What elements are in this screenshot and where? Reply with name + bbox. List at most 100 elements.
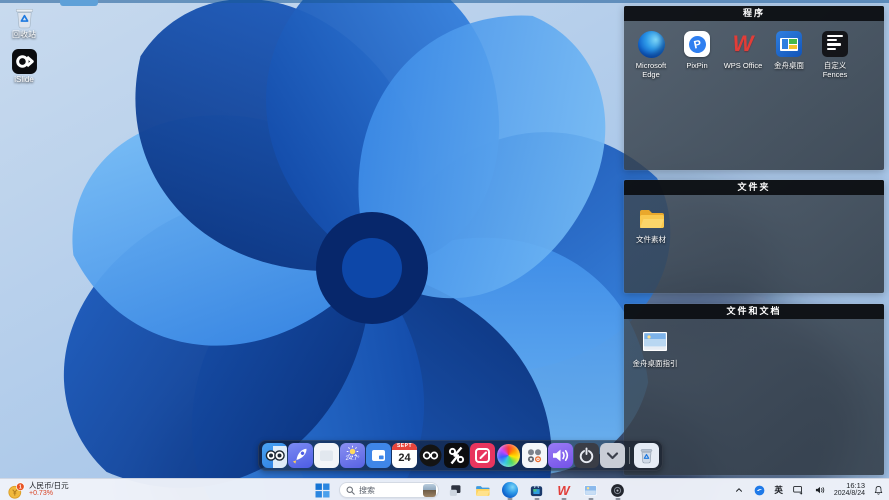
dock-volume[interactable] xyxy=(548,443,573,468)
search-icon xyxy=(346,486,355,495)
cast-display-tray[interactable] xyxy=(790,482,806,498)
edge-icon xyxy=(501,482,518,498)
dock-rocket-launcher[interactable] xyxy=(288,443,313,468)
search-daily-image[interactable] xyxy=(423,483,436,497)
screenshot-note-icon xyxy=(475,448,490,463)
recycle-bin-shortcut[interactable]: 回收站 xyxy=(2,3,46,40)
fences-icon xyxy=(822,31,848,57)
calendar-month: SEPT xyxy=(392,443,417,450)
dock-trash[interactable] xyxy=(634,443,659,468)
fence-item-wps[interactable]: W WPS Office xyxy=(722,29,764,71)
system-tray: 英 16:13 2024/8/24 xyxy=(732,479,886,500)
currency-widget-icon: 1 xyxy=(8,481,25,499)
dock-control-pad[interactable] xyxy=(522,443,547,468)
widgets-button[interactable]: 1 人民币/日元 +0.73% xyxy=(4,480,73,500)
fence-programs: 程序 Microsoft Edge P PixPin W WPS Office xyxy=(624,6,884,170)
clock[interactable]: 16:13 2024/8/24 xyxy=(834,482,865,497)
dock-whiteboard[interactable] xyxy=(314,443,339,468)
windows-logo-icon xyxy=(315,483,330,497)
running-indicator xyxy=(615,497,620,500)
edge-icon xyxy=(637,30,665,58)
dock-power[interactable] xyxy=(574,443,599,468)
lang-label: 英 xyxy=(774,485,783,495)
fence-item-label: 金舟桌面 xyxy=(774,61,804,70)
whiteboard-icon xyxy=(320,450,333,461)
rocket-icon xyxy=(292,448,307,464)
chevron-down-icon xyxy=(606,452,619,460)
image-document-icon xyxy=(643,332,667,351)
dock: 24.7° SEPT 24 xyxy=(258,440,663,471)
input-language-indicator[interactable]: 英 xyxy=(773,483,784,497)
task-view-button[interactable] xyxy=(445,481,466,500)
running-indicator xyxy=(534,497,539,500)
store-bag-icon xyxy=(530,484,543,496)
start-button[interactable] xyxy=(312,481,333,500)
fence-folders-title[interactable]: 文件夹 xyxy=(624,180,884,195)
volume-tray[interactable] xyxy=(812,482,828,498)
dock-weather-temp: 24.7° xyxy=(345,456,360,462)
dock-video-pip[interactable] xyxy=(366,443,391,468)
tray-cloud-app[interactable] xyxy=(752,483,767,498)
dock-goggles[interactable] xyxy=(418,443,443,468)
recycle-bin-icon xyxy=(15,8,33,29)
calendar-day: 24 xyxy=(398,452,411,464)
dock-weather[interactable]: 24.7° xyxy=(340,443,365,468)
widget-change-value: +0.73% xyxy=(29,490,53,498)
fence-item-edge[interactable]: Microsoft Edge xyxy=(630,29,672,79)
dock-calendar[interactable]: SEPT 24 xyxy=(392,443,417,468)
jinzhou-desktop-icon xyxy=(776,31,802,57)
pip-video-icon xyxy=(372,450,385,461)
desktop-icon-label: iSlide xyxy=(14,74,34,84)
record-disc-icon xyxy=(611,483,624,497)
edge-button[interactable] xyxy=(499,481,520,500)
dock-flash-percent[interactable] xyxy=(444,443,469,468)
running-indicator xyxy=(507,497,512,500)
islide-shortcut[interactable]: iSlide xyxy=(2,48,46,85)
svg-text:1: 1 xyxy=(19,484,22,490)
store-bag-button[interactable] xyxy=(526,481,547,500)
fence-item-label: 金舟桌面指引 xyxy=(632,359,678,368)
speaker-icon xyxy=(815,486,825,494)
mascot-goggles-icon xyxy=(265,446,287,468)
power-icon xyxy=(579,447,594,464)
fence-item-fences[interactable]: 自定义 Fences xyxy=(814,29,856,79)
fence-documents: 文件和文档 金舟桌面指引 xyxy=(624,304,884,475)
chevron-up-icon xyxy=(736,488,743,492)
fence-item-folder-material[interactable]: 文件素材 xyxy=(630,203,672,244)
dock-screenshot-note[interactable] xyxy=(470,443,495,468)
fence-item-label: 自定义 Fences xyxy=(822,61,848,79)
running-indicator xyxy=(588,497,593,500)
fence-programs-title[interactable]: 程序 xyxy=(624,6,884,21)
fence-item-label: 文件素材 xyxy=(636,235,666,244)
fence-folders: 文件夹 文件素材 xyxy=(624,180,884,293)
color-wheel-icon xyxy=(497,444,520,467)
wps-icon: W xyxy=(557,482,570,498)
dock-assistant-mascot[interactable] xyxy=(262,443,287,468)
record-disc-button[interactable] xyxy=(607,481,628,500)
search-box[interactable]: 搜索 xyxy=(339,482,439,498)
dock-collapse[interactable] xyxy=(600,443,625,468)
bell-icon xyxy=(874,485,883,495)
notification-bell[interactable] xyxy=(871,483,886,498)
fence-item-label: Microsoft Edge xyxy=(635,61,667,79)
fence-programs-body: Microsoft Edge P PixPin W WPS Office 金舟桌… xyxy=(624,21,884,87)
task-view-icon xyxy=(449,484,461,496)
file-explorer-button[interactable] xyxy=(472,481,493,500)
blue-app-tray-icon xyxy=(754,485,765,495)
file-explorer-icon xyxy=(476,485,490,496)
date-label: 2024/8/24 xyxy=(833,490,865,498)
wps-button[interactable]: W xyxy=(553,481,574,500)
wallpaper-top-tab xyxy=(60,0,98,6)
tray-overflow-button[interactable] xyxy=(732,483,746,497)
dock-color-wheel[interactable] xyxy=(496,443,521,468)
desktop: 回收站 iSlide 程序 Microsoft Edge P PixPin W xyxy=(0,0,889,500)
taskbar-center: 搜索 W xyxy=(312,479,628,500)
photos-app-button[interactable] xyxy=(580,481,601,500)
fence-documents-title[interactable]: 文件和文档 xyxy=(624,304,884,319)
speaker-icon xyxy=(553,449,569,462)
taskbar: 1 人民币/日元 +0.73% 搜索 W 英 16:13 2024/8/24 xyxy=(0,478,889,500)
fence-item-pixpin[interactable]: P PixPin xyxy=(676,29,718,70)
fence-item-label: WPS Office xyxy=(723,61,763,70)
fence-item-jinzhou-desktop[interactable]: 金舟桌面 xyxy=(768,29,810,70)
fence-item-desktop-guide[interactable]: 金舟桌面指引 xyxy=(630,327,680,368)
